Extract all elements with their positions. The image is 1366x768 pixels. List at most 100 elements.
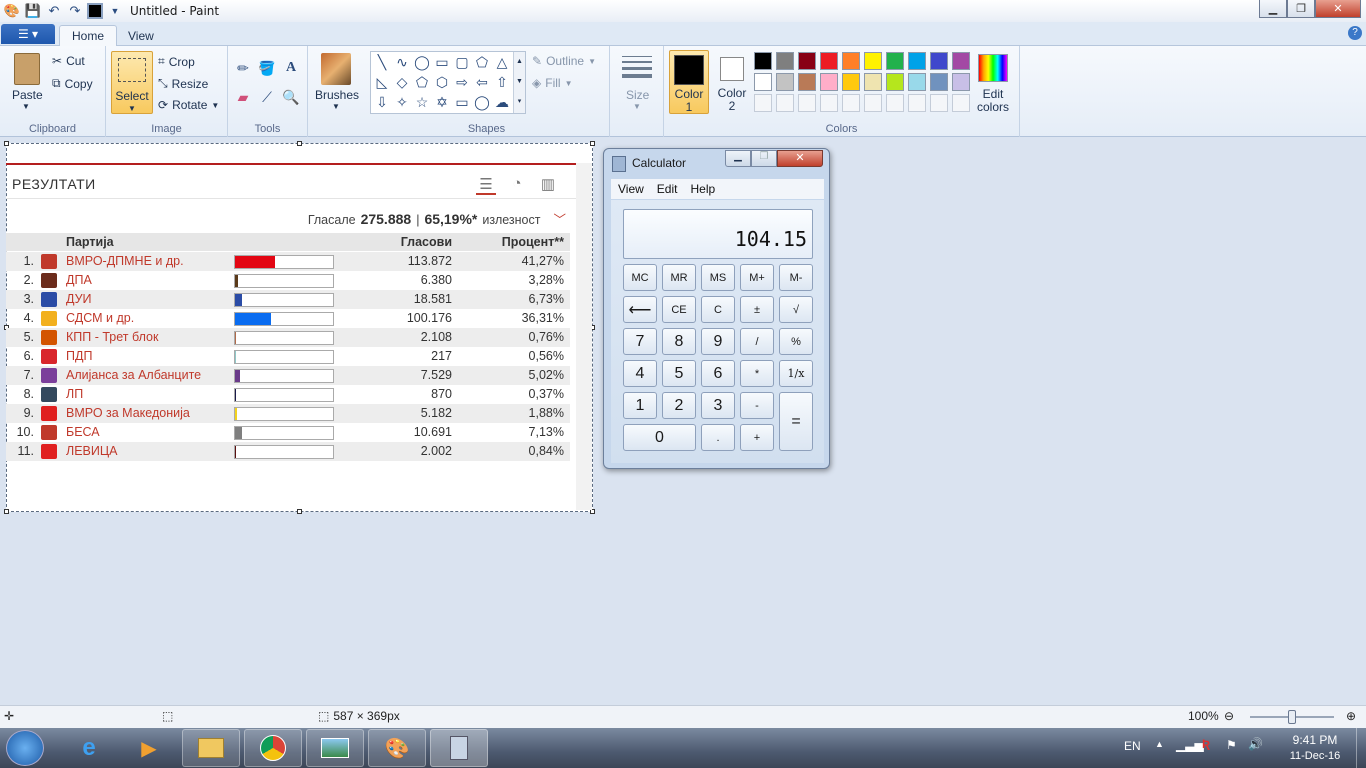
color1-button[interactable]: Color 1 — [669, 50, 709, 114]
party-name-link[interactable]: ПДП — [66, 347, 92, 366]
color-quick-swatch[interactable] — [87, 3, 103, 19]
show-desktop-button[interactable] — [1356, 728, 1366, 768]
text-tool-icon[interactable]: A — [282, 59, 300, 77]
palette-color-swatch[interactable] — [908, 52, 926, 70]
close-button[interactable]: ✕ — [1315, 0, 1361, 18]
menu-view[interactable]: View — [618, 182, 644, 196]
key-3[interactable]: 3 — [701, 392, 735, 419]
language-indicator[interactable]: EN — [1124, 739, 1141, 753]
key-mr[interactable]: MR — [662, 264, 696, 291]
key-ms[interactable]: MS — [701, 264, 735, 291]
copy-button[interactable]: ⧉ Copy — [52, 76, 93, 91]
cloud-callout-shape-icon[interactable]: ☁ — [493, 93, 511, 111]
six-point-star-shape-icon[interactable]: ✡ — [433, 93, 451, 111]
media-player-icon[interactable]: ▶ — [120, 729, 178, 767]
party-name-link[interactable]: ВМРО за Македонија — [66, 404, 190, 423]
key-ce[interactable]: CE — [662, 296, 696, 323]
key-subtract[interactable]: - — [740, 392, 774, 419]
customize-qat-icon[interactable]: ▼ — [106, 2, 124, 20]
up-arrow-shape-icon[interactable]: ⇧ — [493, 73, 511, 91]
five-point-star-shape-icon[interactable]: ☆ — [413, 93, 431, 111]
photo-viewer-icon[interactable] — [306, 729, 364, 767]
undo-icon[interactable]: ↶ — [45, 2, 63, 20]
four-point-star-shape-icon[interactable]: ✧ — [393, 93, 411, 111]
key-4[interactable]: 4 — [623, 360, 657, 387]
key-percent[interactable]: % — [779, 328, 813, 355]
fill-button[interactable]: ◈ Fill ▼ — [532, 76, 572, 90]
resize-handle[interactable] — [297, 141, 302, 146]
party-name-link[interactable]: СДСМ и др. — [66, 309, 134, 328]
down-arrow-shape-icon[interactable]: ⇩ — [373, 93, 391, 111]
key-1[interactable]: 1 — [623, 392, 657, 419]
shapes-gallery[interactable]: ╲ ∿ ◯ ▭ ▢ ⬠ △ ◺ ◇ ⬠ ⬡ ⇨ ⇦ ⇧ ⇩ ✧ ☆ ✡ ▭ ◯ … — [370, 51, 526, 114]
key-6[interactable]: 6 — [701, 360, 735, 387]
edit-colors-icon[interactable] — [978, 54, 1008, 82]
resize-button[interactable]: ⤡ Resize — [158, 76, 208, 91]
palette-color-swatch[interactable] — [798, 73, 816, 91]
palette-color-swatch[interactable] — [930, 52, 948, 70]
file-explorer-icon[interactable] — [182, 729, 240, 767]
palette-custom-swatch[interactable] — [864, 94, 882, 112]
palette-color-swatch[interactable] — [776, 73, 794, 91]
palette-custom-swatch[interactable] — [952, 94, 970, 112]
key-decimal[interactable]: . — [701, 424, 735, 451]
cut-button[interactable]: ✂ Cut — [52, 54, 85, 68]
key-5[interactable]: 5 — [662, 360, 696, 387]
pencil-icon[interactable]: ✏ — [234, 59, 252, 77]
color2-button[interactable]: Color 2 — [714, 50, 750, 114]
redo-icon[interactable]: ↷ — [66, 2, 84, 20]
key-reciprocal[interactable]: 1/x — [779, 360, 813, 387]
party-name-link[interactable]: ВМРО-ДПМНЕ и др. — [66, 252, 184, 271]
paste-button[interactable]: Paste — [12, 88, 43, 102]
magnifier-icon[interactable]: 🔍 — [282, 88, 300, 106]
palette-custom-swatch[interactable] — [842, 94, 860, 112]
palette-color-swatch[interactable] — [776, 52, 794, 70]
bar-view-icon[interactable]: ▥ — [538, 175, 558, 195]
key-2[interactable]: 2 — [662, 392, 696, 419]
party-name-link[interactable]: ЛП — [66, 385, 83, 404]
eraser-icon[interactable]: ▰ — [234, 88, 252, 106]
palette-color-swatch[interactable] — [864, 73, 882, 91]
resize-handle[interactable] — [297, 509, 302, 514]
size-dropdown-icon[interactable]: ▼ — [633, 102, 641, 111]
paste-icon[interactable] — [14, 53, 40, 85]
palette-color-swatch[interactable] — [798, 52, 816, 70]
outline-button[interactable]: ✎ Outline ▼ — [532, 54, 596, 68]
shapes-gallery-scroll[interactable]: ▲ ▼ ▾ — [513, 52, 525, 113]
palette-custom-swatch[interactable] — [798, 94, 816, 112]
resize-handle[interactable] — [4, 141, 9, 146]
curve-shape-icon[interactable]: ∿ — [393, 53, 411, 71]
calculator-taskbar-icon[interactable] — [430, 729, 488, 767]
palette-color-swatch[interactable] — [886, 73, 904, 91]
help-icon[interactable]: ? — [1348, 26, 1362, 40]
paint-taskbar-icon[interactable]: 🎨 — [368, 729, 426, 767]
key-c[interactable]: C — [701, 296, 735, 323]
palette-color-swatch[interactable] — [754, 73, 772, 91]
table-view-icon[interactable]: ☰ — [476, 175, 496, 195]
triangle-shape-icon[interactable]: △ — [493, 53, 511, 71]
diamond-shape-icon[interactable]: ◇ — [393, 73, 411, 91]
palette-color-swatch[interactable] — [930, 73, 948, 91]
party-name-link[interactable]: ДУИ — [66, 290, 92, 309]
calculator-maximize-button[interactable]: ❐ — [751, 150, 777, 167]
party-name-link[interactable]: Алијанса за Албанците — [66, 366, 201, 385]
left-arrow-shape-icon[interactable]: ⇦ — [473, 73, 491, 91]
brushes-button[interactable]: Brushes — [315, 88, 359, 102]
palette-custom-swatch[interactable] — [908, 94, 926, 112]
zoom-in-button[interactable]: ⊕ — [1346, 709, 1356, 723]
clock-time[interactable]: 9:41 PM — [1284, 733, 1346, 747]
line-shape-icon[interactable]: ╲ — [373, 53, 391, 71]
key-m-plus[interactable]: M+ — [740, 264, 774, 291]
pie-view-icon[interactable]: ◔ — [507, 175, 527, 195]
key-plus-minus[interactable]: ± — [740, 296, 774, 323]
key-0[interactable]: 0 — [623, 424, 696, 451]
menu-edit[interactable]: Edit — [657, 182, 678, 196]
zoom-slider-thumb[interactable] — [1288, 710, 1296, 724]
key-m-minus[interactable]: M- — [779, 264, 813, 291]
palette-custom-swatch[interactable] — [930, 94, 948, 112]
palette-color-swatch[interactable] — [820, 52, 838, 70]
key-divide[interactable]: / — [740, 328, 774, 355]
key-backspace[interactable]: ⟵ — [623, 296, 657, 323]
palette-color-swatch[interactable] — [754, 52, 772, 70]
right-arrow-shape-icon[interactable]: ⇨ — [453, 73, 471, 91]
